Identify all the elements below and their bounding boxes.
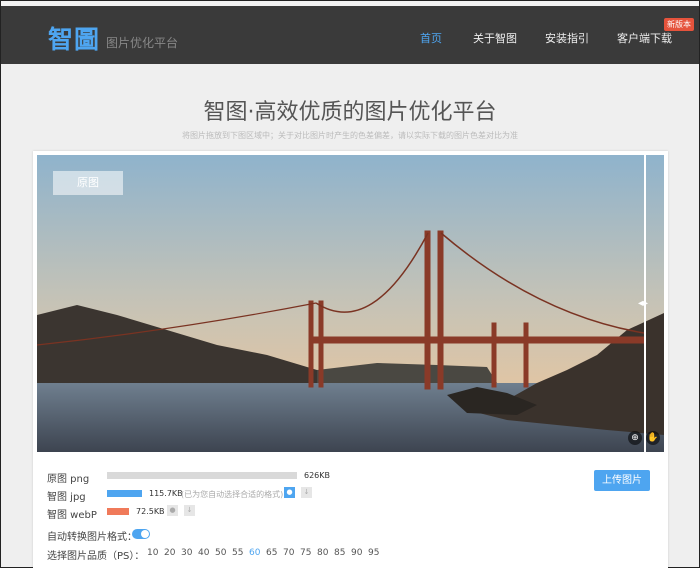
original-tab[interactable]: 原图 [53,171,123,195]
quality-option-70[interactable]: 70 [283,548,294,558]
size-bar-jpg [107,490,142,497]
new-version-badge: 新版本 [664,18,694,31]
page-title: 智图·高效优质的图片优化平台 [203,100,497,125]
image-compare-card: 原图 ◂▸ ⊕ ✋ 原图 png 626KB 智图 jpg 115.7KB (已… [33,151,668,568]
upload-button[interactable]: 上传图片 [594,470,650,491]
nav-install-guide[interactable]: 安装指引 [545,30,589,46]
nav-client-download[interactable]: 客户端下载 [617,30,672,46]
quality-option-80[interactable]: 80 [317,548,328,558]
row-label-jpg: 智图 jpg [47,492,86,503]
row-label-webp: 智图 webP [47,510,97,521]
quality-option-55[interactable]: 55 [232,548,243,558]
quality-option-75[interactable]: 75 [300,548,311,558]
logo[interactable]: 智圖 [48,20,100,56]
eye-icon[interactable]: ● [284,487,295,498]
image-preview[interactable]: 原图 ◂▸ ⊕ ✋ [37,155,664,452]
size-bar-original [107,472,297,479]
page-subtitle: 将图片拖放到下图区域中；关于对比图片时产生的色差偏差，请以实际下载的图片色差对比… [182,131,518,140]
nav-home[interactable]: 首页 [420,30,442,46]
quality-option-90[interactable]: 90 [351,548,362,558]
quality-option-65[interactable]: 65 [266,548,277,558]
size-bar-webp [107,508,129,515]
format-hint: (已为您自动选择合适的格式) [181,490,284,499]
logo-subtitle: 图片优化平台 [106,36,179,50]
hand-icon[interactable]: ✋ [646,431,660,445]
top-navigation-bar [1,1,699,64]
top-strip [1,1,699,6]
quality-option-95[interactable]: 95 [368,548,379,558]
quality-option-85[interactable]: 85 [334,548,345,558]
quality-option-10[interactable]: 10 [147,548,158,558]
eye-icon[interactable]: ● [167,505,178,516]
zoom-in-icon[interactable]: ⊕ [628,431,642,445]
auto-convert-toggle[interactable] [132,529,150,539]
quality-label: 选择图片品质（PS）： [47,551,145,562]
quality-option-50[interactable]: 50 [215,548,226,558]
drag-handle-icon[interactable]: ◂▸ [638,298,648,309]
auto-convert-label: 自动转换图片格式： [47,532,137,543]
download-icon[interactable]: ↓ [301,487,312,498]
download-icon[interactable]: ↓ [184,505,195,516]
quality-option-30[interactable]: 30 [181,548,192,558]
nav-about[interactable]: 关于智图 [473,30,517,46]
size-original: 626KB [304,471,331,480]
quality-option-60[interactable]: 60 [249,548,260,558]
quality-option-20[interactable]: 20 [164,548,175,558]
golden-gate-photo [37,155,664,452]
size-jpg: 115.7KB [149,489,183,498]
quality-option-40[interactable]: 40 [198,548,209,558]
size-webp: 72.5KB [136,507,165,516]
row-label-original: 原图 png [47,474,90,485]
